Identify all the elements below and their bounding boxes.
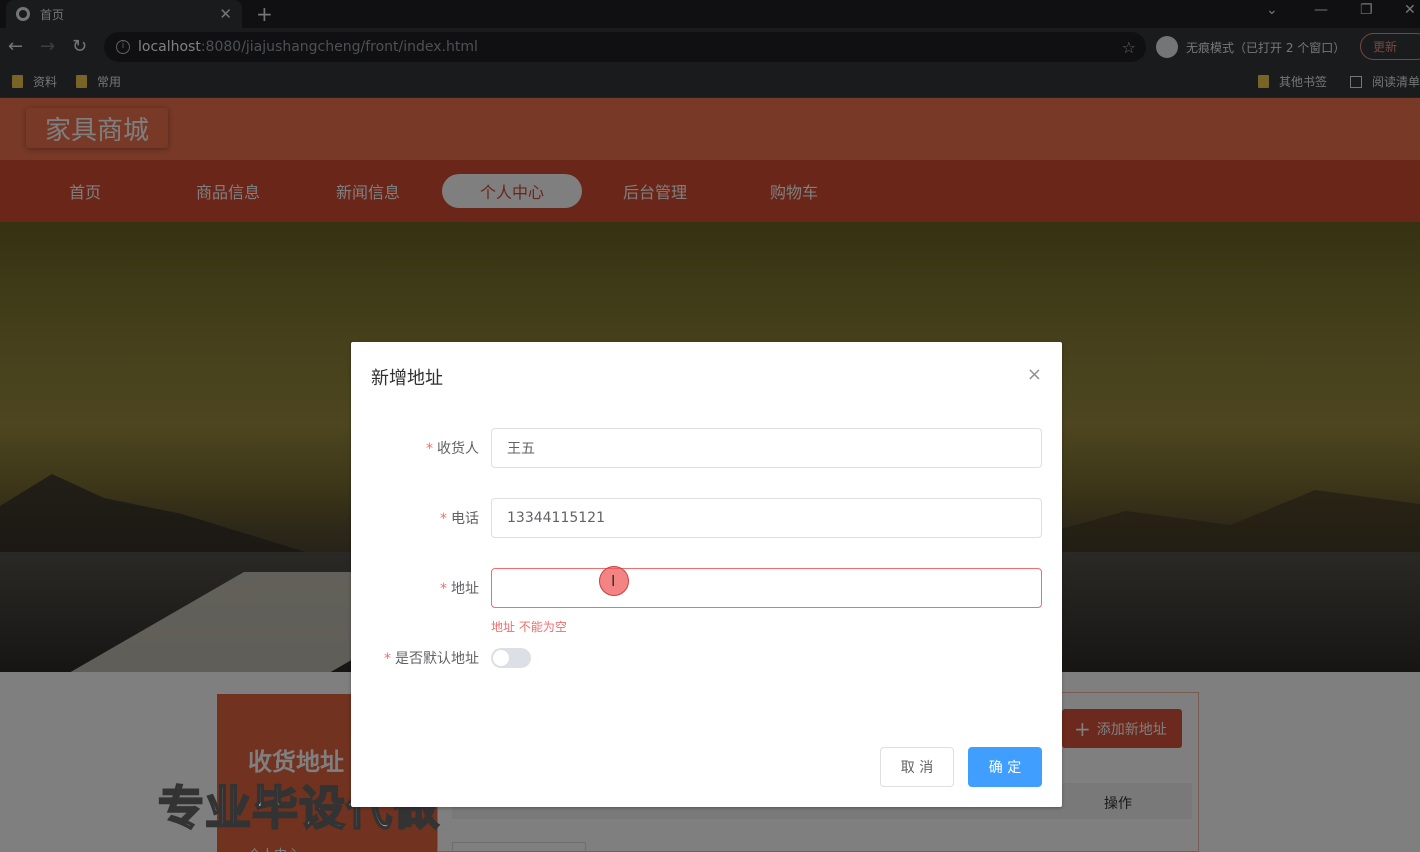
- required-mark: *: [440, 581, 447, 597]
- dialog-close-icon[interactable]: ×: [1027, 364, 1042, 385]
- required-mark: *: [426, 441, 433, 457]
- switch-knob: [493, 650, 509, 666]
- address-label-text: 地址: [451, 581, 479, 597]
- default-address-label: * 是否默认地址: [384, 648, 479, 668]
- confirm-button[interactable]: 确 定: [968, 747, 1042, 787]
- receiver-label: * 收货人: [426, 438, 479, 458]
- default-address-label-text: 是否默认地址: [395, 651, 479, 667]
- receiver-input[interactable]: 王五: [491, 428, 1042, 468]
- default-address-switch[interactable]: [491, 648, 531, 668]
- required-mark: *: [384, 651, 391, 667]
- phone-input[interactable]: 13344115121: [491, 498, 1042, 538]
- address-error-message: 地址 不能为空: [491, 620, 567, 634]
- dialog-title: 新增地址: [371, 368, 443, 389]
- text-cursor-icon: [599, 566, 629, 596]
- required-mark: *: [440, 511, 447, 527]
- phone-label: * 电话: [440, 508, 479, 528]
- address-input[interactable]: [491, 568, 1042, 608]
- receiver-label-text: 收货人: [437, 441, 479, 457]
- cancel-button[interactable]: 取 消: [880, 747, 954, 787]
- address-label: * 地址: [440, 578, 479, 598]
- add-address-dialog: 新增地址 × *收货人 王五 *电话 13344115121 *地址 地址 不能…: [351, 342, 1062, 807]
- phone-label-text: 电话: [451, 511, 479, 527]
